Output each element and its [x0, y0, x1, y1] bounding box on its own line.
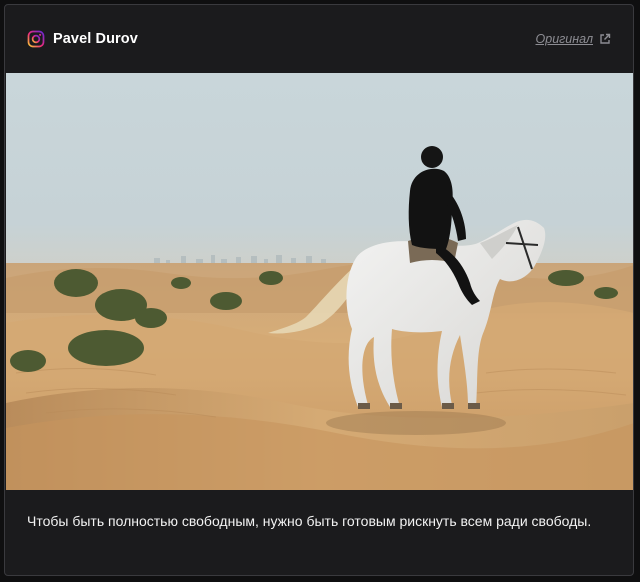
post-caption: Чтобы быть полностью свободным, нужно бы…	[27, 513, 592, 529]
post-photo[interactable]	[6, 73, 633, 490]
post-card: Pavel Durov Оригинал Чтобы быть полность…	[4, 4, 634, 576]
author[interactable]: Pavel Durov	[27, 30, 138, 48]
post-header: Pavel Durov Оригинал	[5, 5, 633, 73]
author-name: Pavel Durov	[53, 31, 138, 47]
instagram-icon	[27, 30, 45, 48]
original-link-label: Оригинал	[535, 32, 593, 46]
external-link-icon	[599, 33, 611, 45]
original-link[interactable]: Оригинал	[536, 32, 611, 46]
